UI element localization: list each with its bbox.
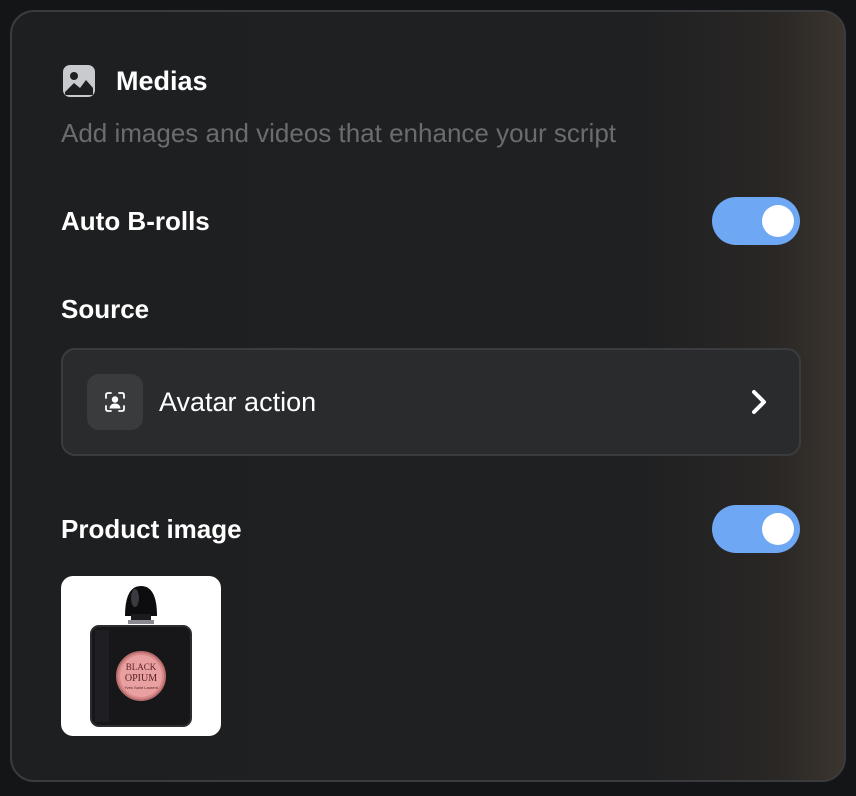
source-selected-value: Avatar action xyxy=(159,386,317,417)
chevron-right-icon xyxy=(747,388,771,416)
source-label: Source xyxy=(61,294,150,324)
perfume-bottle-image: BLACK OPIUM Yves Saint Laurent xyxy=(90,586,192,727)
auto-brolls-toggle[interactable] xyxy=(712,197,800,245)
panel-header: Medias xyxy=(62,64,208,98)
auto-brolls-label: Auto B-rolls xyxy=(61,206,210,236)
avatar-icon xyxy=(87,374,143,430)
source-select[interactable]: Avatar action xyxy=(61,348,801,456)
image-icon xyxy=(62,64,96,98)
product-image-toggle[interactable] xyxy=(712,505,800,553)
toggle-knob xyxy=(762,205,794,237)
bottle-text-line2: OPIUM xyxy=(125,673,157,684)
product-image-label: Product image xyxy=(61,514,242,544)
medias-panel: Medias Add images and videos that enhanc… xyxy=(10,10,846,782)
bottle-text-line3: Yves Saint Laurent xyxy=(124,685,158,690)
panel-title: Medias xyxy=(116,65,208,96)
panel-subtitle: Add images and videos that enhance your … xyxy=(61,118,617,148)
bottle-text-line1: BLACK xyxy=(126,662,157,672)
product-image-thumbnail[interactable]: BLACK OPIUM Yves Saint Laurent xyxy=(61,576,221,736)
toggle-knob xyxy=(762,513,794,545)
